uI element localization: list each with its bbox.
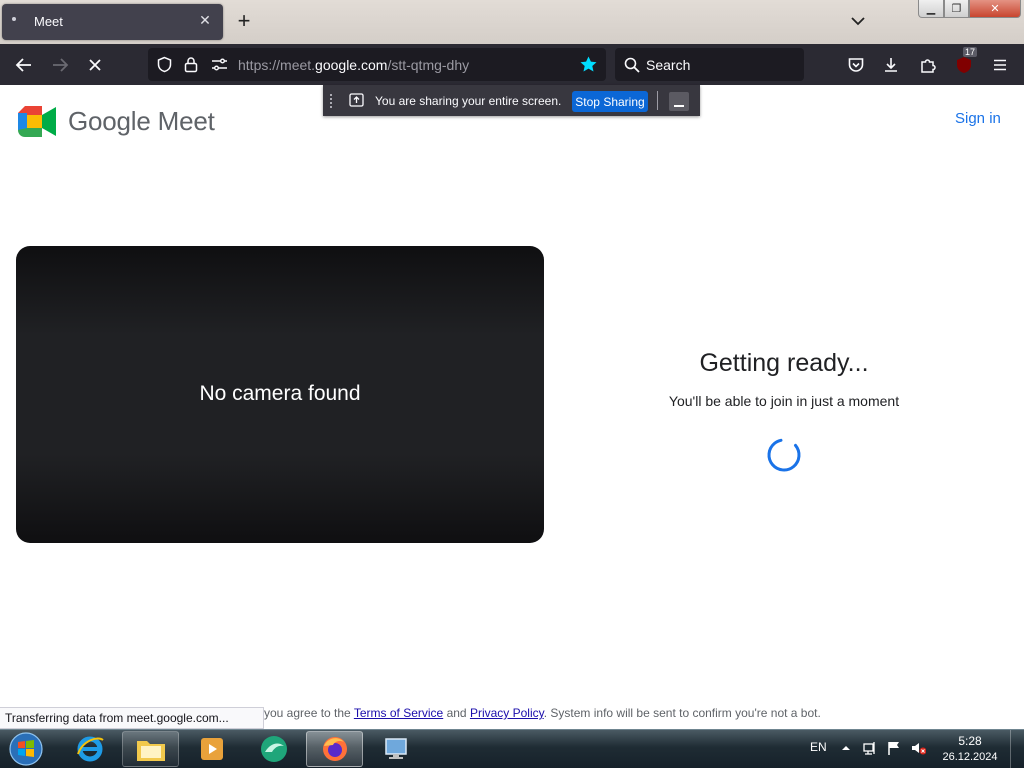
clock-date[interactable]: 26.12.2024: [940, 751, 1000, 763]
internet-explorer-icon: [76, 736, 104, 762]
drag-handle-icon[interactable]: [329, 93, 333, 109]
clock-time[interactable]: 5:28: [940, 734, 1000, 748]
bookmark-star-icon[interactable]: [579, 55, 598, 74]
tab-title: Meet: [34, 14, 63, 29]
lock-icon[interactable]: [183, 56, 199, 73]
window-close-button[interactable]: ✕: [969, 0, 1021, 18]
forward-button[interactable]: [47, 52, 73, 78]
pocket-icon: [848, 58, 864, 72]
stop-sharing-button[interactable]: Stop Sharing: [572, 91, 648, 112]
search-icon: [624, 57, 640, 73]
tab-close-icon[interactable]: ✕: [195, 10, 215, 30]
camera-preview: No camera found: [16, 246, 544, 543]
url-text: https://meet.google.com/stt-qtmg-dhy: [238, 57, 470, 73]
app-menu-button[interactable]: [987, 52, 1013, 78]
close-icon: [89, 59, 101, 71]
google-meet-wordmark: Google Meet: [68, 106, 215, 136]
taskbar-file-explorer[interactable]: [122, 731, 179, 767]
screen-share-icon: [349, 93, 364, 107]
list-all-tabs-button[interactable]: [846, 10, 870, 32]
taskbar-app-bird[interactable]: [245, 731, 302, 767]
taskbar-firefox[interactable]: [306, 731, 363, 767]
getting-ready-subtitle: You'll be able to join in just a moment: [668, 393, 900, 409]
windows-logo-icon: [9, 732, 43, 766]
new-tab-button[interactable]: +: [232, 10, 256, 34]
back-button[interactable]: [11, 52, 37, 78]
volume-muted-icon[interactable]: [910, 740, 926, 756]
network-icon[interactable]: [862, 740, 878, 756]
pocket-button[interactable]: [843, 52, 869, 78]
tab-loading-indicator: [12, 17, 16, 21]
blocked-count-badge: 17: [963, 47, 978, 57]
terms-of-service-link[interactable]: Terms of Service: [354, 706, 443, 720]
taskbar-remote-desktop[interactable]: [368, 731, 425, 767]
divider: [657, 91, 658, 110]
arrow-left-icon: [15, 58, 31, 72]
hamburger-menu-icon: [994, 59, 1006, 71]
windows-taskbar: EN 5:28 26.12.2024: [0, 729, 1024, 769]
minimize-indicator-button[interactable]: [669, 92, 689, 111]
window-restore-button[interactable]: ❐: [944, 0, 969, 18]
show-hidden-icons-icon[interactable]: [840, 740, 856, 756]
search-bar[interactable]: Search: [615, 48, 804, 81]
firefox-icon: [322, 737, 347, 761]
ublock-origin-icon: [957, 57, 971, 73]
media-player-icon: [200, 738, 223, 760]
loading-spinner-icon: [767, 438, 801, 472]
arrow-right-icon: [53, 58, 69, 72]
computer-icon: [384, 738, 407, 759]
search-placeholder: Search: [646, 57, 691, 73]
sharing-message: You are sharing your entire screen.: [375, 94, 562, 108]
download-icon: [885, 58, 897, 72]
bird-app-icon: [260, 736, 287, 762]
address-bar[interactable]: https://meet.google.com/stt-qtmg-dhy: [148, 48, 606, 81]
getting-ready-heading: Getting ready...: [699, 349, 869, 377]
extensions-button[interactable]: [915, 52, 941, 78]
tab-meet[interactable]: Meet ✕: [2, 4, 223, 40]
language-indicator[interactable]: EN: [810, 740, 827, 754]
puzzle-icon: [921, 59, 936, 73]
start-button[interactable]: [6, 731, 46, 768]
window-controls: ▁ ❐ ✕: [918, 0, 1022, 19]
shield-icon[interactable]: [156, 56, 173, 73]
sign-in-link[interactable]: Sign in: [955, 110, 1001, 127]
taskbar-internet-explorer[interactable]: [61, 731, 118, 767]
downloads-button[interactable]: [878, 52, 904, 78]
tab-strip: Meet ✕ + ▁ ❐ ✕: [0, 0, 1024, 44]
stop-loading-button[interactable]: [82, 52, 108, 78]
action-center-flag-icon[interactable]: [886, 740, 902, 756]
nav-toolbar: https://meet.google.com/stt-qtmg-dhy Sea…: [0, 44, 1024, 85]
show-desktop-button[interactable]: [1010, 730, 1024, 769]
chevron-down-icon: [851, 17, 865, 26]
ublock-button[interactable]: 17: [951, 47, 978, 78]
privacy-policy-link[interactable]: Privacy Policy: [470, 706, 544, 720]
window-minimize-button[interactable]: ▁: [918, 0, 944, 18]
legal-footer: you agree to the Terms of Service and Pr…: [264, 706, 821, 720]
no-camera-message: No camera found: [199, 382, 361, 405]
permissions-icon[interactable]: [211, 57, 228, 72]
taskbar-media-player[interactable]: [183, 731, 240, 767]
google-meet-logo-icon: [18, 106, 56, 137]
browser-status-text: Transferring data from meet.google.com..…: [0, 707, 264, 729]
folder-icon: [136, 741, 165, 761]
